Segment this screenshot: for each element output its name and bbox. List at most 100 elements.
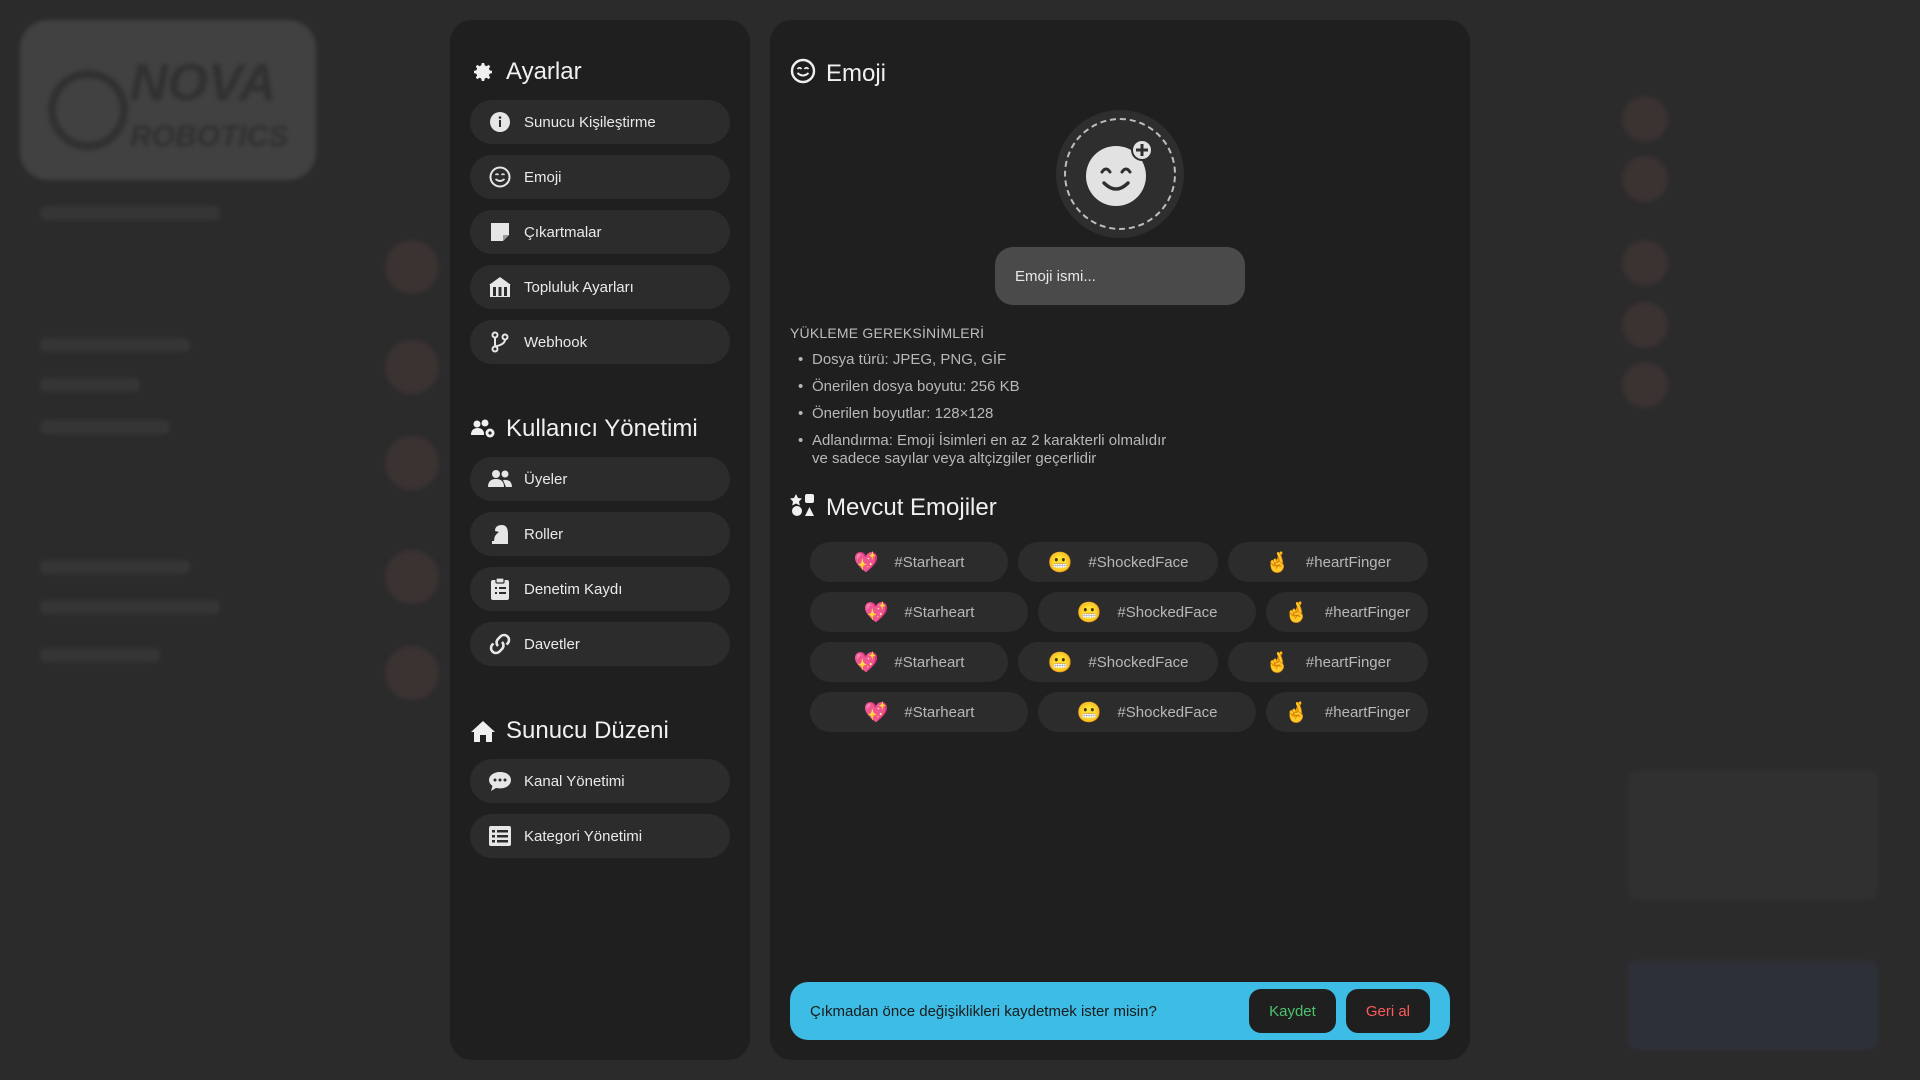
settings-title: Ayarlar — [506, 58, 582, 85]
emoji-glyph: 🤞 — [1265, 651, 1290, 674]
list-icon — [488, 824, 512, 848]
nav-label: Sunucu Kişileştirme — [524, 113, 656, 131]
emoji-glyph: 💖 — [863, 701, 889, 724]
nav-members[interactable]: Üyeler — [470, 457, 730, 501]
emoji-glyph: 🤞 — [1284, 601, 1309, 624]
add-emoji-icon — [1086, 139, 1153, 206]
community-icon — [488, 275, 512, 299]
available-emojis-header: Mevcut Emojiler — [790, 492, 997, 523]
nav-community-settings[interactable]: Topluluk Ayarları — [470, 265, 730, 309]
emoji-name: #ShockedFace — [1088, 553, 1189, 571]
emoji-chip[interactable]: 💖 #Starheart — [810, 642, 1008, 682]
requirement-item: Dosya türü: JPEG, PNG, GİF — [790, 351, 1450, 369]
nav-label: Webhook — [524, 333, 588, 351]
emoji-name: #heartFinger — [1305, 653, 1391, 671]
link-icon — [488, 632, 512, 656]
home-icon — [470, 718, 496, 744]
emoji-chip[interactable]: 🤞 #heartFinger — [1266, 692, 1428, 732]
emoji-page-header: Emoji — [790, 58, 1450, 89]
emoji-glyph: 💖 — [863, 601, 889, 624]
upload-requirements: YÜKLEME GEREKSİNİMLERİ Dosya türü: JPEG,… — [790, 325, 1450, 477]
nav-audit-log[interactable]: Denetim Kaydı — [470, 567, 730, 611]
user-management-header: Kullanıcı Yönetimi — [470, 415, 730, 443]
bg-line — [40, 338, 190, 352]
bg-chart — [1628, 770, 1878, 900]
emoji-name: #ShockedFace — [1088, 653, 1189, 671]
emoji-row: 💖 #Starheart 😬 #ShockedFace 🤞 #heartFinger — [810, 592, 1430, 632]
emoji-chip[interactable]: 🤞 #heartFinger — [1228, 542, 1428, 582]
requirements-title: YÜKLEME GEREKSİNİMLERİ — [790, 325, 985, 341]
avatar — [1622, 362, 1668, 408]
chess-knight-icon — [488, 522, 512, 546]
emoji-glyph: 🤞 — [1265, 551, 1290, 574]
nav-server-customization[interactable]: Sunucu Kişileştirme — [470, 100, 730, 144]
emoji-chip[interactable]: 💖 #Starheart — [810, 692, 1028, 732]
nav-label: Kategori Yönetimi — [524, 827, 643, 845]
unsaved-changes-bar: Çıkmadan önce değişiklikleri kaydetmek i… — [790, 982, 1450, 1040]
emoji-glyph: 😬 — [1076, 601, 1102, 624]
nav-invites[interactable]: Davetler — [470, 622, 730, 666]
branch-icon — [488, 330, 512, 354]
nav-channel-management[interactable]: Kanal Yönetimi — [470, 759, 730, 803]
members-icon — [488, 467, 512, 491]
revert-button[interactable]: Geri al — [1345, 989, 1430, 1033]
sticker-icon — [488, 220, 512, 244]
bg-line — [40, 560, 190, 574]
requirement-item: Önerilen dosya boyutu: 256 KB — [790, 378, 1450, 396]
emoji-upload-button[interactable] — [1056, 110, 1184, 238]
nav-emoji[interactable]: Emoji — [470, 155, 730, 199]
requirement-item: Adlandırma: Emoji İsimleri en az 2 karak… — [790, 432, 1450, 468]
emoji-name: #Starheart — [894, 553, 965, 571]
users-cog-icon — [470, 416, 496, 442]
emoji-glyph: 😬 — [1076, 701, 1102, 724]
avatar — [385, 240, 439, 294]
nav-roles[interactable]: Roller — [470, 512, 730, 556]
nav-category-management[interactable]: Kategori Yönetimi — [470, 814, 730, 858]
emoji-name: #ShockedFace — [1117, 703, 1218, 721]
emoji-glyph: 😬 — [1047, 551, 1073, 574]
nav-label: Davetler — [524, 635, 580, 653]
emoji-glyph: 💖 — [853, 651, 879, 674]
emoji-chip[interactable]: 😬 #ShockedFace — [1038, 692, 1256, 732]
nav-label: Topluluk Ayarları — [524, 278, 634, 296]
emoji-name-input[interactable] — [995, 247, 1245, 305]
nav-label: Üyeler — [524, 470, 568, 488]
upload-dropzone — [1064, 118, 1176, 230]
emoji-chip[interactable]: 💖 #Starheart — [810, 542, 1008, 582]
emoji-chip[interactable]: 🤞 #heartFinger — [1228, 642, 1428, 682]
avatar — [385, 436, 439, 490]
gear-icon — [470, 59, 496, 85]
emoji-chip[interactable]: 💖 #Starheart — [810, 592, 1028, 632]
emoji-chip[interactable]: 😬 #ShockedFace — [1018, 642, 1218, 682]
emoji-glyph: 🤞 — [1284, 701, 1309, 724]
emoji-name: #Starheart — [904, 703, 975, 721]
save-button[interactable]: Kaydet — [1249, 989, 1336, 1033]
emoji-chip[interactable]: 🤞 #heartFinger — [1266, 592, 1428, 632]
emoji-glyph: 😬 — [1047, 651, 1073, 674]
smiley-icon — [790, 58, 816, 89]
bg-line — [40, 600, 220, 614]
avatar — [1622, 156, 1668, 202]
emoji-shapes-icon — [790, 492, 816, 523]
info-icon — [488, 110, 512, 134]
logo-emblem-icon — [48, 70, 128, 150]
avatar — [1622, 240, 1668, 286]
avatar — [385, 340, 439, 394]
emoji-grid: 💖 #Starheart 😬 #ShockedFace 🤞 #heartFinger … — [810, 542, 1430, 742]
emoji-chip[interactable]: 😬 #ShockedFace — [1038, 592, 1256, 632]
server-logo: NOVA ROBOTICS — [20, 20, 316, 180]
clipboard-icon — [488, 577, 512, 601]
server-layout-title: Sunucu Düzeni — [506, 717, 669, 744]
bg-line — [40, 378, 140, 392]
nav-webhook[interactable]: Webhook — [470, 320, 730, 364]
avatar — [1622, 96, 1668, 142]
emoji-name: #Starheart — [904, 603, 975, 621]
nav-label: Denetim Kaydı — [524, 580, 623, 598]
requirement-item: Önerilen boyutlar: 128×128 — [790, 405, 1450, 423]
emoji-chip[interactable]: 😬 #ShockedFace — [1018, 542, 1218, 582]
avatar — [385, 550, 439, 604]
emoji-row: 💖 #Starheart 😬 #ShockedFace 🤞 #heartFinger — [810, 642, 1430, 682]
nav-stickers[interactable]: Çıkartmalar — [470, 210, 730, 254]
avatar — [1622, 302, 1668, 348]
nav-label: Roller — [524, 525, 564, 543]
